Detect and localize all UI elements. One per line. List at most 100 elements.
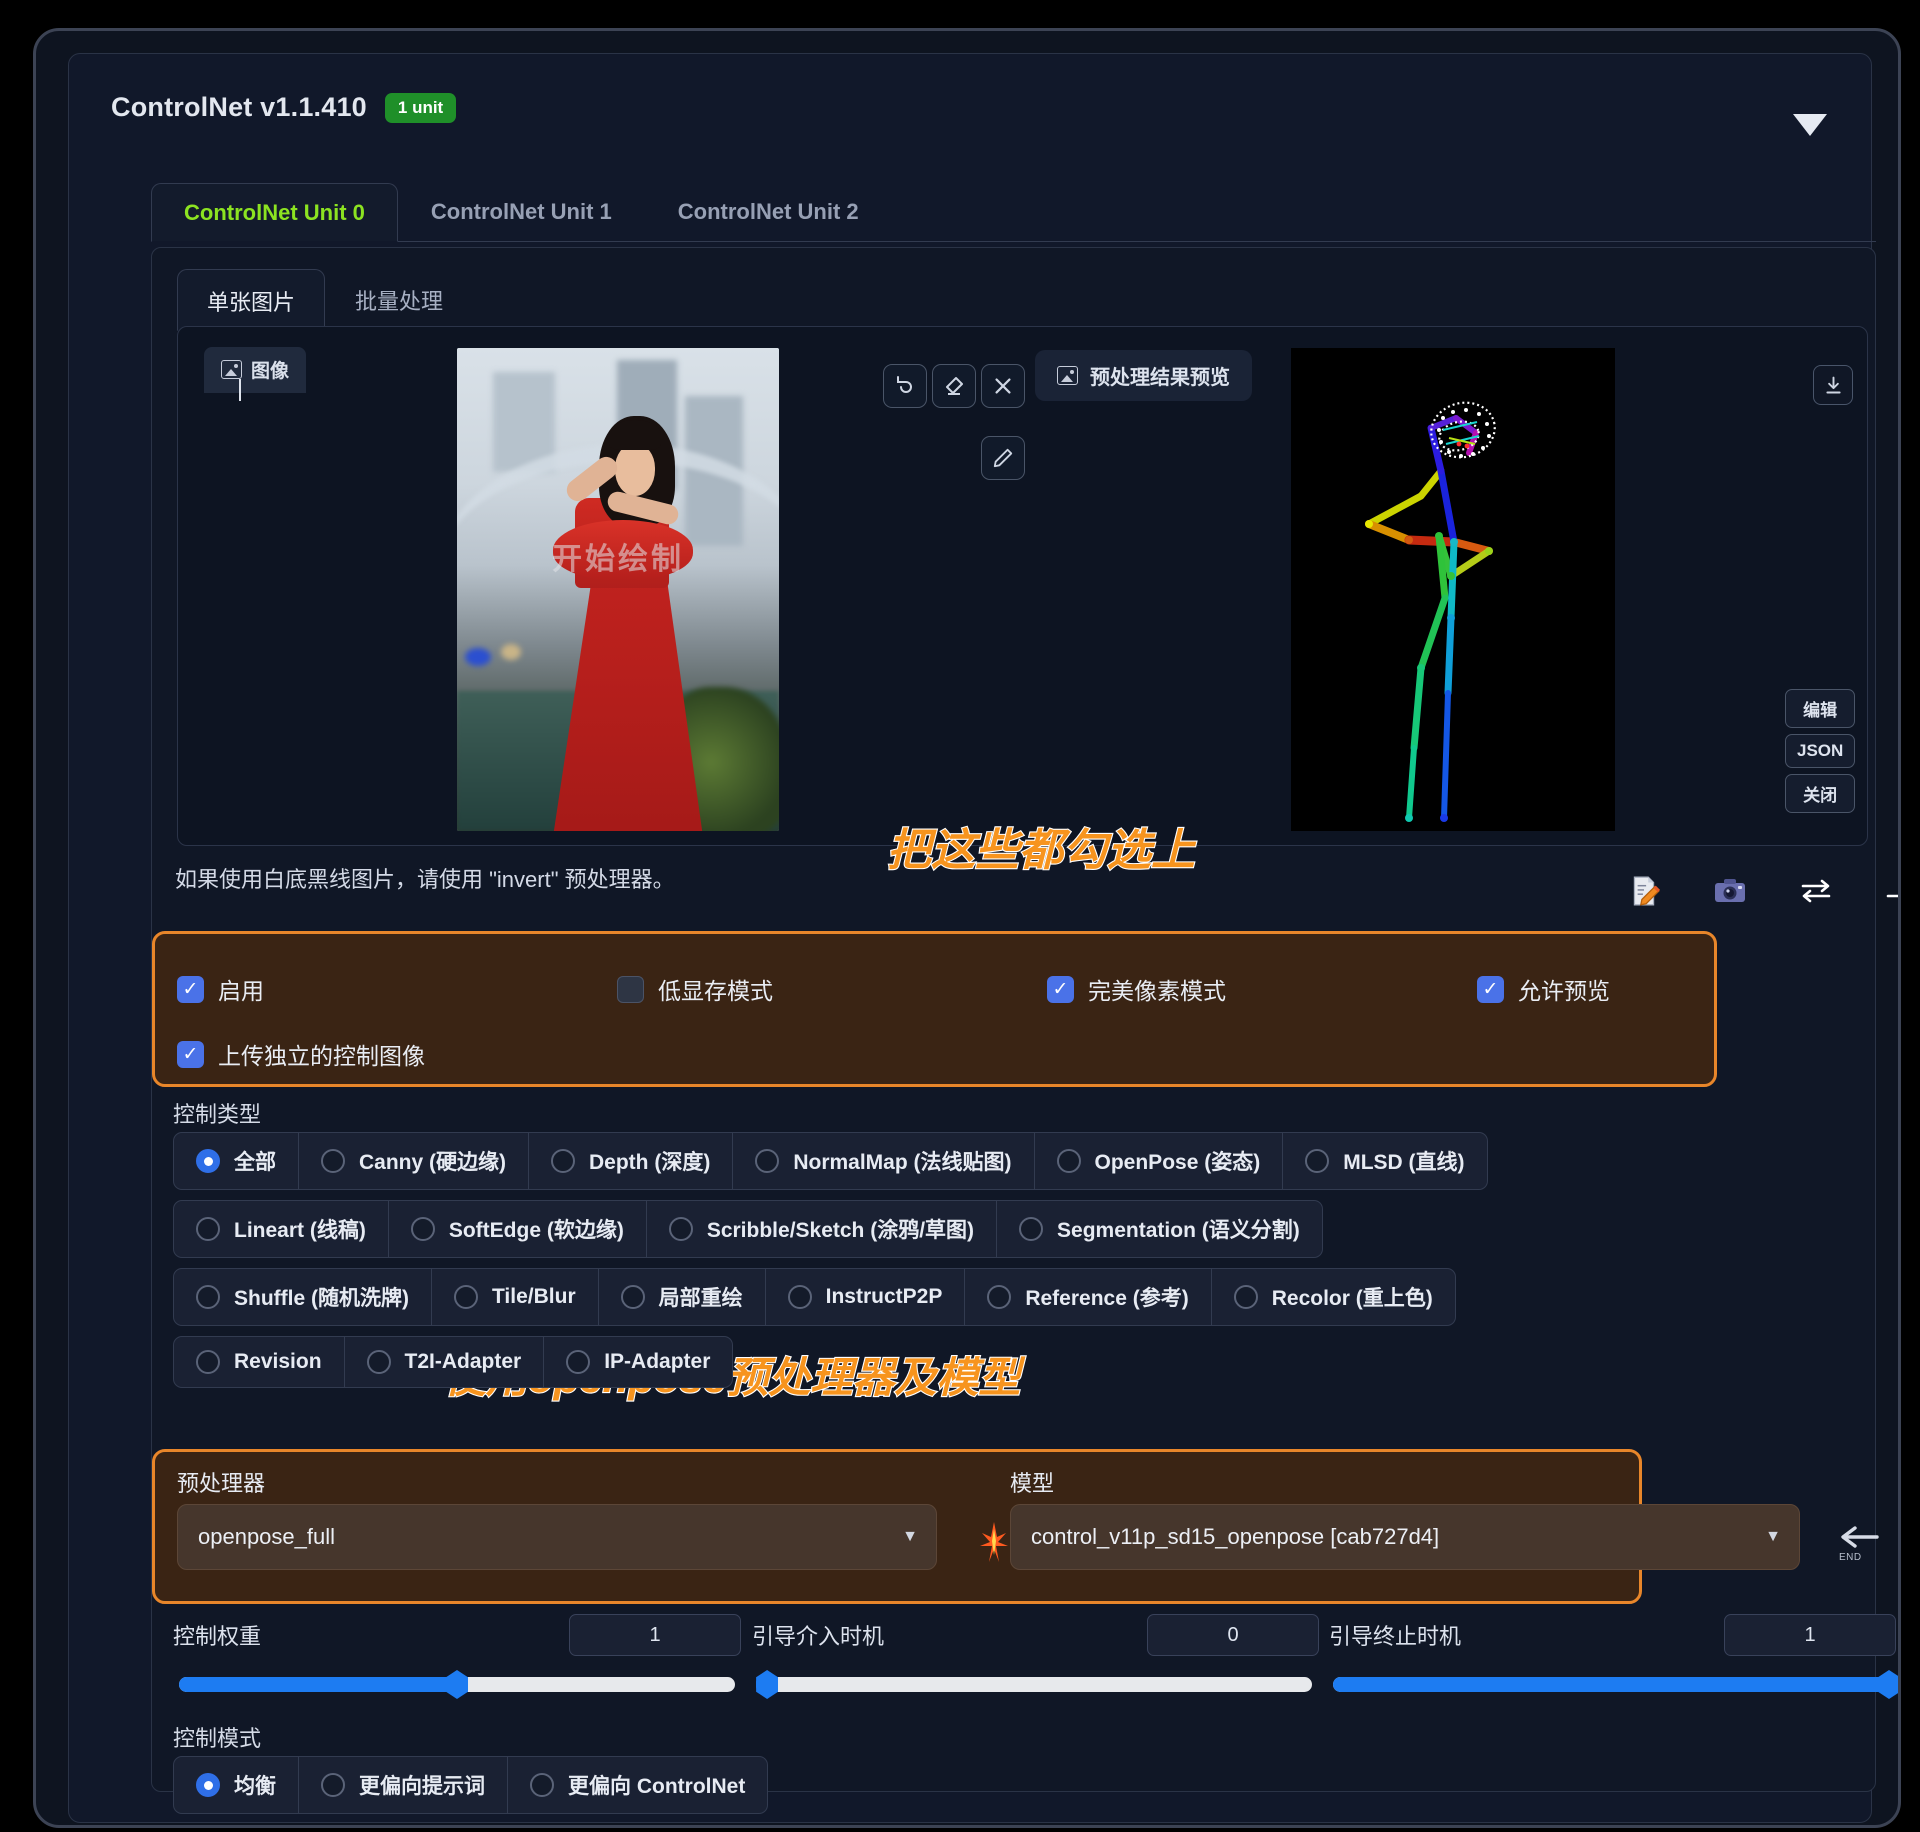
preprocessor-value: openpose_full — [198, 1524, 336, 1549]
model-dropdown[interactable]: control_v11p_sd15_openpose [cab727d4] ▼ — [1010, 1504, 1800, 1570]
control-weight-value[interactable]: 1 — [569, 1614, 741, 1656]
image-action-icons — [1625, 872, 1898, 910]
radio-recolor[interactable]: Recolor (重上色) — [1211, 1268, 1456, 1326]
camera-icon[interactable] — [1711, 872, 1749, 910]
checkbox-indicator: ✓ — [177, 975, 204, 1003]
radio-normalmap[interactable]: NormalMap (法线贴图) — [733, 1132, 1035, 1190]
radio-t2i-adapter[interactable]: T2I-Adapter — [344, 1336, 545, 1388]
checkbox-indicator — [617, 975, 644, 1003]
tab-controlnet-unit-0[interactable]: ControlNet Unit 0 — [151, 183, 398, 242]
control-weight-slider[interactable] — [179, 1670, 735, 1699]
pose-side-buttons: 编辑 JSON 关闭 — [1785, 689, 1856, 813]
chevron-down-icon: ▼ — [1765, 1528, 1781, 1545]
guidance-end-label: 引导终止时机 — [1329, 1624, 1462, 1649]
tab-controlnet-unit-1[interactable]: ControlNet Unit 1 — [398, 182, 645, 241]
radio-label: NormalMap (法线贴图) — [793, 1151, 1012, 1174]
checkbox-pixel-perfect[interactable]: ✓ 完美像素模式 — [1047, 972, 1477, 1006]
radio-reference[interactable]: Reference (参考) — [965, 1268, 1212, 1326]
control-type-row: 全部 Canny (硬边缘) Depth (深度) NormalMap (法线贴… — [173, 1132, 1833, 1190]
radio-indicator — [566, 1350, 591, 1374]
radio-controlnet-priority[interactable]: 更偏向 ControlNet — [508, 1756, 769, 1814]
tab-controlnet-unit-2[interactable]: ControlNet Unit 2 — [645, 182, 892, 241]
page-title: ControlNet v1.1.410 — [111, 92, 367, 122]
radio-balanced[interactable]: 均衡 — [173, 1756, 299, 1814]
pen-icon[interactable] — [981, 436, 1025, 480]
unit-count-badge: 1 unit — [384, 92, 457, 123]
checkbox-low-vram[interactable]: 低显存模式 — [617, 972, 1047, 1006]
tab-single-image[interactable]: 单张图片 — [177, 269, 326, 331]
tab-preprocessor-preview[interactable]: 预处理结果预览 — [1035, 350, 1252, 401]
radio-indicator — [1056, 1149, 1081, 1173]
annotation-check-all: 把这些都勾选上 — [886, 825, 1196, 876]
radio-openpose[interactable]: OpenPose (姿态) — [1034, 1132, 1284, 1190]
send-icon[interactable] — [1883, 872, 1898, 910]
radio-canny[interactable]: Canny (硬边缘) — [299, 1132, 529, 1190]
spark-icon[interactable] — [977, 1522, 1011, 1562]
radio-label: Canny (硬边缘) — [359, 1151, 506, 1174]
pose-preview-image[interactable] — [1291, 348, 1615, 831]
radio-indicator — [551, 1149, 575, 1173]
download-icon[interactable] — [1813, 365, 1853, 405]
close-icon[interactable] — [981, 364, 1025, 408]
checkbox-allow-preview[interactable]: ✓ 允许预览 — [1477, 972, 1610, 1006]
radio-mlsd[interactable]: MLSD (直线) — [1283, 1132, 1488, 1190]
radio-indicator — [1233, 1285, 1258, 1309]
tab-batch-process[interactable]: 批量处理 — [325, 268, 473, 330]
radio-instructp2p[interactable]: InstructP2P — [765, 1268, 966, 1326]
slider-thumb[interactable] — [1878, 1670, 1898, 1699]
radio-prompt-priority[interactable]: 更偏向提示词 — [299, 1756, 508, 1814]
end-arrow-icon[interactable]: END — [1837, 1522, 1881, 1563]
guidance-start-value[interactable]: 0 — [1147, 1614, 1319, 1656]
chevron-down-icon: ▼ — [902, 1528, 918, 1545]
radio-label: 更偏向 ControlNet — [568, 1775, 746, 1798]
model-label: 模型 — [1010, 1471, 1055, 1496]
checkbox-pixel-perfect-label: 完美像素模式 — [1088, 978, 1226, 1004]
radio-indicator — [453, 1285, 478, 1309]
json-pose-button[interactable]: JSON — [1785, 734, 1856, 768]
guidance-end-value[interactable]: 1 — [1724, 1614, 1896, 1656]
mode-tabs: 单张图片 批量处理 — [177, 268, 1852, 331]
radio-shuffle[interactable]: Shuffle (随机洗牌) — [173, 1268, 432, 1326]
swap-icon[interactable] — [1797, 872, 1835, 910]
radio-all[interactable]: 全部 — [173, 1132, 299, 1190]
guidance-end-slider[interactable] — [1333, 1670, 1898, 1699]
radio-softedge[interactable]: SoftEdge (软边缘) — [388, 1200, 647, 1258]
checkbox-indicator: ✓ — [1477, 975, 1504, 1003]
radio-lineart[interactable]: Lineart (线稿) — [173, 1200, 389, 1258]
radio-segmentation[interactable]: Segmentation (语义分割) — [997, 1200, 1323, 1258]
preprocessor-label: 预处理器 — [177, 1471, 266, 1496]
slider-fill — [1333, 1677, 1889, 1692]
radio-label: OpenPose (姿态) — [1094, 1151, 1261, 1174]
checkbox-upload-independent-control-image[interactable]: ✓ 上传独立的控制图像 — [177, 1037, 425, 1071]
tab-image[interactable]: 图像 — [204, 347, 307, 393]
radio-label: InstructP2P — [825, 1285, 943, 1308]
edit-note-icon[interactable] — [1625, 872, 1663, 910]
control-type-label: 控制类型 — [173, 1102, 262, 1127]
tab-preprocessor-preview-label: 预处理结果预览 — [1090, 367, 1230, 389]
chevron-down-icon[interactable] — [1793, 114, 1827, 136]
radio-indicator — [196, 1773, 220, 1797]
eraser-icon[interactable] — [932, 364, 976, 408]
checkbox-enable[interactable]: ✓ 启用 — [177, 972, 617, 1006]
radio-tile-blur[interactable]: Tile/Blur — [431, 1268, 599, 1326]
preprocessor-model-group: 预处理器 模型 openpose_full ▼ control_v11p_sd1… — [152, 1449, 1800, 1604]
radio-label: Lineart (线稿) — [234, 1219, 366, 1242]
radio-indicator — [410, 1217, 435, 1241]
radio-inpaint[interactable]: 局部重绘 — [598, 1268, 766, 1326]
preprocessor-dropdown[interactable]: openpose_full ▼ — [177, 1504, 937, 1570]
close-pose-button[interactable]: 关闭 — [1785, 774, 1856, 813]
radio-label: Scribble/Sketch (涂鸦/草图) — [706, 1219, 975, 1242]
radio-depth[interactable]: Depth (深度) — [529, 1132, 734, 1190]
radio-ip-adapter[interactable]: IP-Adapter — [544, 1336, 734, 1388]
edit-pose-button[interactable]: 编辑 — [1785, 689, 1856, 728]
control-type-row: Lineart (线稿) SoftEdge (软边缘) Scribble/Ske… — [173, 1200, 1833, 1258]
radio-label: Tile/Blur — [491, 1285, 576, 1308]
checkbox-upload-independent-label: 上传独立的控制图像 — [218, 1043, 425, 1069]
source-image[interactable]: 开始绘制 — [457, 348, 779, 831]
radio-indicator — [196, 1285, 220, 1309]
radio-revision[interactable]: Revision — [173, 1336, 345, 1388]
undo-icon[interactable] — [883, 364, 927, 408]
checkbox-allow-preview-label: 允许预览 — [1518, 978, 1610, 1004]
radio-scribble-sketch[interactable]: Scribble/Sketch (涂鸦/草图) — [646, 1200, 998, 1258]
guidance-start-slider[interactable] — [756, 1670, 1312, 1699]
